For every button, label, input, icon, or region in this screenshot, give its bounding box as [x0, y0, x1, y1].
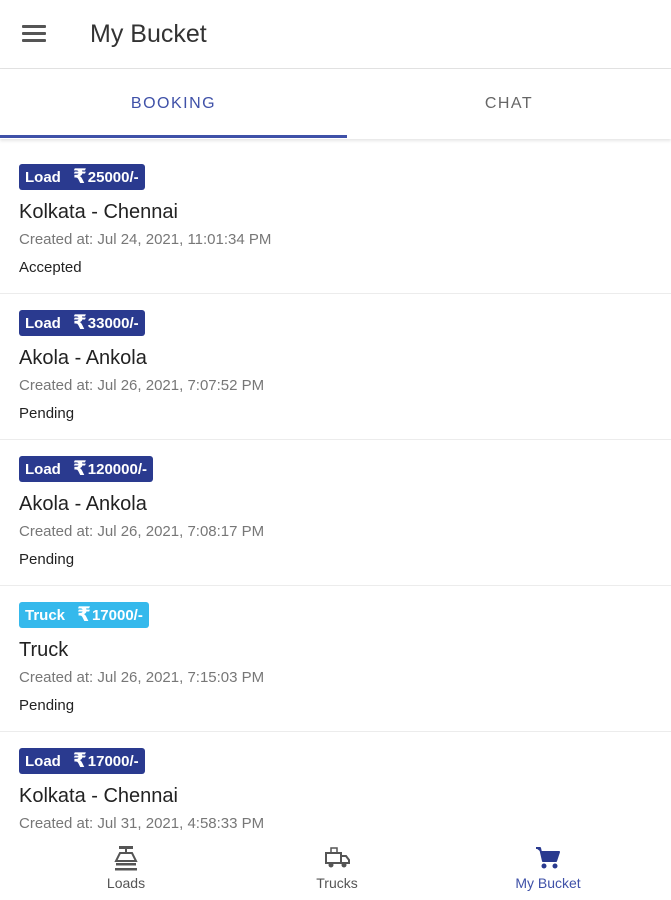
booking-list: Load ₹25000/- Kolkata - Chennai Created a…: [0, 148, 671, 878]
nav-my-bucket[interactable]: My Bucket: [436, 830, 660, 900]
booking-status: Pending: [19, 405, 75, 422]
booking-status: Pending: [19, 551, 75, 568]
tab-bar: BOOKING CHAT: [0, 69, 671, 139]
rupee-icon: ₹: [72, 166, 87, 188]
menu-icon-line: [22, 32, 46, 35]
booking-amount: 120000/-: [87, 461, 147, 478]
booking-type: Load: [25, 169, 61, 186]
truck-icon: [325, 847, 350, 868]
booking-created: Created at: Jul 24, 2021, 11:01:34 PM: [19, 231, 272, 248]
booking-created: Created at: Jul 26, 2021, 7:15:03 PM: [19, 669, 265, 686]
menu-icon[interactable]: [22, 24, 46, 44]
menu-icon-line: [22, 39, 46, 42]
menu-icon-line: [22, 25, 46, 28]
booking-amount: 17000/-: [91, 607, 143, 624]
booking-type: Load: [25, 461, 61, 478]
page-title: My Bucket: [90, 20, 207, 48]
active-tab-indicator: [0, 135, 347, 138]
booking-type: Truck: [25, 607, 66, 624]
booking-status: Pending: [19, 697, 75, 714]
booking-type: Load: [25, 315, 61, 332]
booking-route: Akola - Ankola: [19, 347, 147, 369]
booking-card[interactable]: Load ₹120000/- Akola - Ankola Created at:…: [0, 440, 671, 586]
booking-badge: Load ₹25000/-: [19, 164, 145, 190]
nav-loads[interactable]: Loads: [14, 830, 238, 900]
rupee-icon: ₹: [77, 604, 91, 626]
booking-created: Created at: Jul 26, 2021, 7:08:17 PM: [19, 523, 265, 540]
nav-label-my-bucket: My Bucket: [515, 875, 581, 891]
bottom-nav: Loads Trucks My Bucket: [0, 830, 671, 900]
scale-icon: [114, 846, 138, 871]
rupee-icon: ₹: [72, 312, 87, 334]
nav-label-trucks: Trucks: [316, 875, 358, 891]
rupee-icon: ₹: [72, 750, 87, 772]
booking-route: Kolkata - Chennai: [19, 785, 178, 807]
booking-route: Truck: [19, 639, 69, 661]
booking-badge: Load ₹17000/-: [19, 748, 145, 774]
booking-card[interactable]: Truck ₹17000/- Truck Created at: Jul 26, …: [0, 586, 671, 732]
booking-amount: 17000/-: [87, 753, 139, 770]
booking-amount: 33000/-: [87, 315, 139, 332]
booking-badge: Load ₹33000/-: [19, 310, 145, 336]
app-bar: My Bucket: [0, 0, 671, 69]
booking-card[interactable]: Load ₹33000/- Akola - Ankola Created at: …: [0, 294, 671, 440]
tab-booking[interactable]: BOOKING: [0, 69, 347, 139]
booking-amount: 25000/-: [87, 169, 139, 186]
nav-trucks[interactable]: Trucks: [225, 830, 449, 900]
booking-badge: Load ₹120000/-: [19, 456, 153, 482]
booking-created: Created at: Jul 26, 2021, 7:07:52 PM: [19, 377, 265, 394]
tab-chat[interactable]: CHAT: [347, 69, 671, 139]
booking-type: Load: [25, 753, 61, 770]
nav-label-loads: Loads: [106, 875, 146, 891]
cart-icon: [536, 847, 560, 869]
rupee-icon: ₹: [72, 458, 87, 480]
booking-badge: Truck ₹17000/-: [19, 602, 149, 628]
booking-route: Kolkata - Chennai: [19, 201, 178, 223]
booking-status: Accepted: [19, 259, 82, 276]
booking-route: Akola - Ankola: [19, 493, 147, 515]
booking-card[interactable]: Load ₹25000/- Kolkata - Chennai Created a…: [0, 148, 671, 294]
